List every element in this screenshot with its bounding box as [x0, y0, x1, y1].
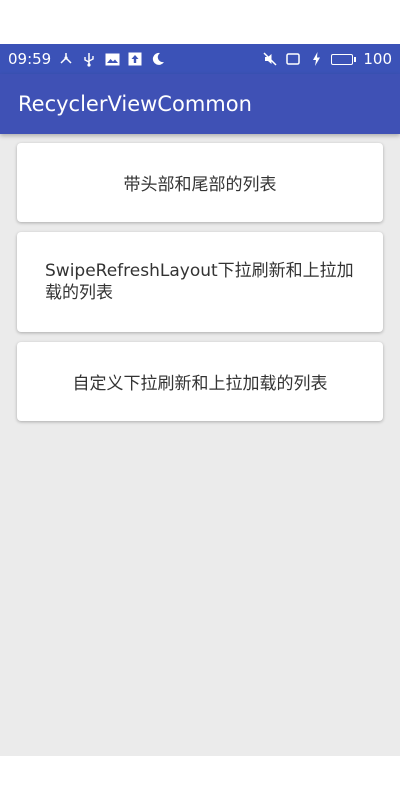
usb-share-icon	[58, 51, 74, 67]
status-bar-right: 100	[262, 50, 392, 68]
upload-icon	[127, 51, 143, 67]
rotation-icon	[285, 51, 301, 67]
battery-level: 100	[363, 50, 392, 68]
image-icon	[104, 51, 120, 67]
usb-icon	[81, 51, 97, 67]
status-bar: 09:59 100	[0, 44, 400, 74]
mute-icon	[262, 51, 278, 67]
top-blank-area	[0, 0, 400, 44]
list-item-custom-refresh[interactable]: 自定义下拉刷新和上拉加载的列表	[17, 342, 383, 421]
bottom-blank-area	[0, 756, 400, 800]
status-time: 09:59	[8, 50, 52, 68]
list-item-label: 自定义下拉刷新和上拉加载的列表	[72, 374, 328, 394]
list-item-header-footer[interactable]: 带头部和尾部的列表	[17, 143, 383, 222]
list-item-label: SwipeRefreshLayout下拉刷新和上拉加载的列表	[45, 261, 354, 303]
battery-icon	[331, 53, 357, 65]
list-item-label: 带头部和尾部的列表	[123, 175, 277, 195]
status-bar-left: 09:59	[8, 50, 166, 68]
app-bar: RecyclerViewCommon	[0, 74, 400, 134]
list-container: 带头部和尾部的列表 SwipeRefreshLayout下拉刷新和上拉加载的列表…	[0, 134, 400, 756]
moon-icon	[150, 51, 166, 67]
list-item-swipe-refresh[interactable]: SwipeRefreshLayout下拉刷新和上拉加载的列表	[17, 232, 383, 332]
phone-screen: 09:59 100 RecyclerViewCommon 带头部和尾部的列表 S…	[0, 0, 400, 800]
app-title: RecyclerViewCommon	[18, 92, 252, 116]
charging-icon	[308, 51, 324, 67]
